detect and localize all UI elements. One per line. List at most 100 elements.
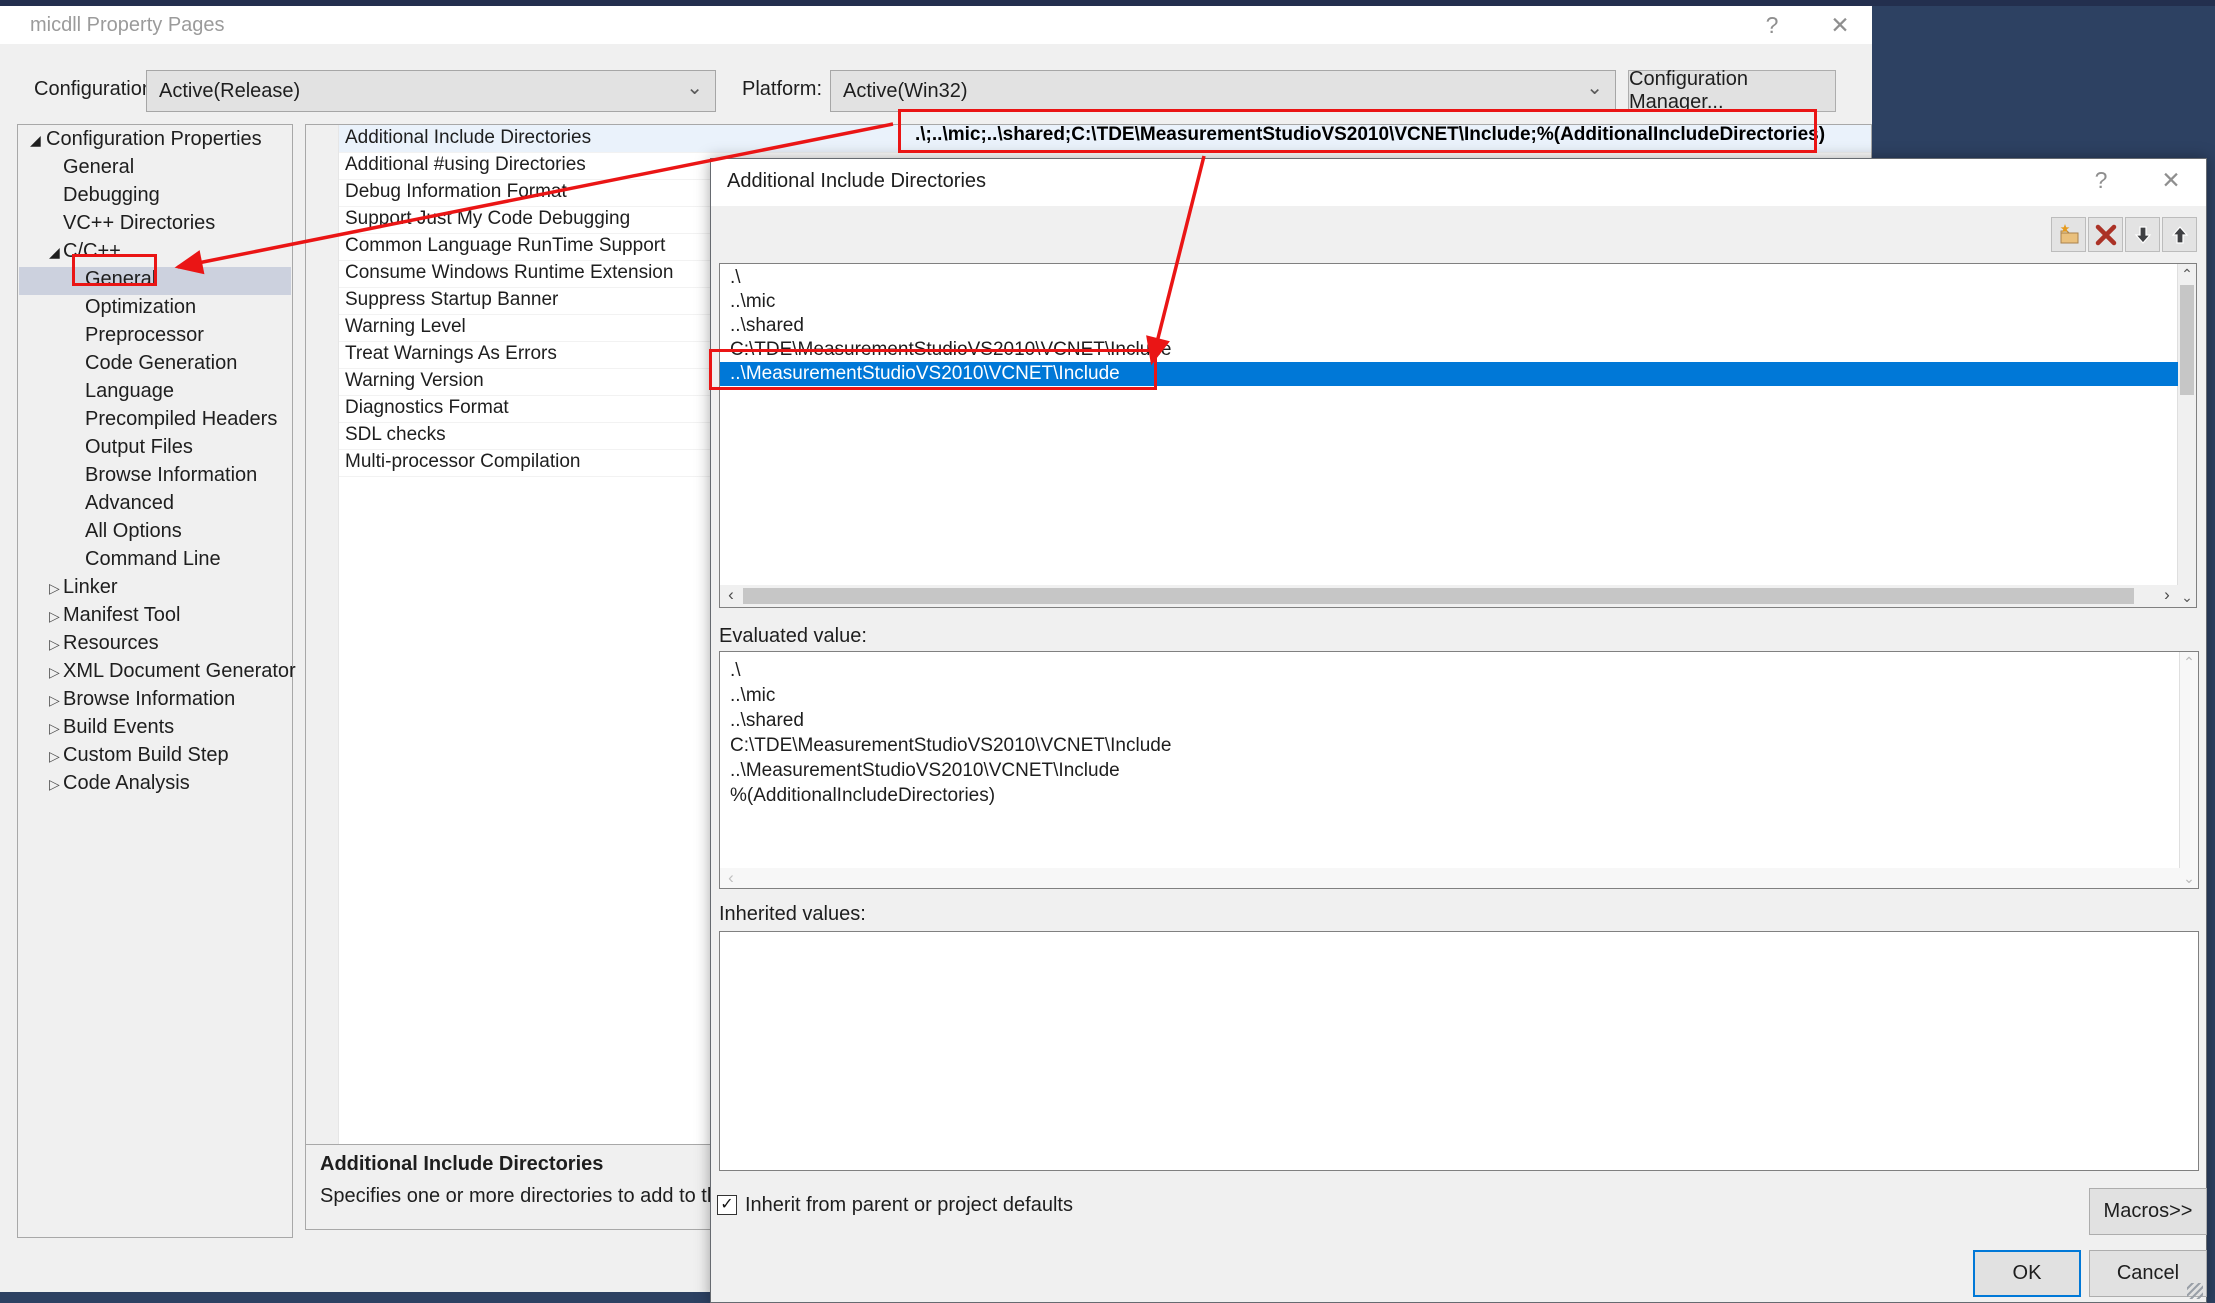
tree-item-output-files[interactable]: Output Files <box>19 435 291 463</box>
tree-item-command-line[interactable]: Command Line <box>19 547 291 575</box>
tree-item-code-analysis[interactable]: ▷Code Analysis <box>19 771 291 799</box>
directory-list-item[interactable]: .\ <box>720 266 2178 290</box>
resize-grip[interactable] <box>2187 1283 2203 1299</box>
tree-item-preprocessor[interactable]: Preprocessor <box>19 323 291 351</box>
tree-item-precompiled-headers[interactable]: Precompiled Headers <box>19 407 291 435</box>
scroll-right-icon[interactable]: › <box>2156 585 2178 607</box>
property-row-label: Additional #using Directories <box>345 154 586 176</box>
tree-collapsed-icon: ▷ <box>49 748 60 765</box>
tree-item-label: Linker <box>63 576 117 599</box>
tree-item-browse-information[interactable]: ▷Browse Information <box>19 687 291 715</box>
property-row-label: Debug Information Format <box>345 181 567 203</box>
tree-item-label: Output Files <box>85 436 193 459</box>
evaluated-line: C:\TDE\MeasurementStudioVS2010\VCNET\Inc… <box>730 735 1171 757</box>
tree-item-language[interactable]: Language <box>19 379 291 407</box>
tree-item-general[interactable]: General <box>19 267 291 295</box>
directory-list-item[interactable]: ..\shared <box>720 314 2178 338</box>
property-row-label: Warning Level <box>345 316 466 338</box>
evaluated-line: ..\MeasurementStudioVS2010\VCNET\Include <box>730 760 1120 782</box>
directories-listbox[interactable]: ⌃ ⌄ ‹ › .\..\mic..\sharedC:\TDE\Measurem… <box>719 263 2197 608</box>
tree-item-general[interactable]: General <box>19 155 291 183</box>
tree-item-manifest-tool[interactable]: ▷Manifest Tool <box>19 603 291 631</box>
configuration-tree: ◢ Configuration Properties General Debuggin… <box>17 124 293 1238</box>
inherit-checkbox-label: Inherit from parent or project defaults <box>745 1194 1073 1217</box>
scroll-left-icon[interactable]: ‹ <box>720 585 742 607</box>
scrollbar-thumb[interactable] <box>743 588 2134 604</box>
dialog-help-button[interactable]: ? <box>2081 167 2121 194</box>
tree-item-label: Resources <box>63 632 159 655</box>
tree-collapsed-icon: ▷ <box>49 664 60 681</box>
evaluated-value-box[interactable]: ⌃ ⌄ ‹ .\..\mic..\sharedC:\TDE\Measuremen… <box>719 651 2199 889</box>
tree-item-build-events[interactable]: ▷Build Events <box>19 715 291 743</box>
macros-button[interactable]: Macros>> <box>2089 1188 2207 1235</box>
tree-item-label: Browse Information <box>85 464 257 487</box>
tree-item-vc-directories[interactable]: VC++ Directories <box>19 211 291 239</box>
property-description-title: Additional Include Directories <box>320 1153 603 1176</box>
property-row-label: Common Language RunTime Support <box>345 235 665 257</box>
scroll-down-icon[interactable]: ⌄ <box>2180 868 2198 888</box>
tree-item-linker[interactable]: ▷Linker <box>19 575 291 603</box>
tree-item-c-c-[interactable]: ◢C/C++ <box>19 239 291 267</box>
tree-item-all-options[interactable]: All Options <box>19 519 291 547</box>
evaluated-horizontal-scrollbar[interactable]: ‹ <box>720 868 2180 888</box>
tree-collapsed-icon: ▷ <box>49 608 60 625</box>
tree-item-label: Manifest Tool <box>63 604 180 627</box>
ok-button[interactable]: OK <box>1973 1250 2081 1297</box>
tree-item-browse-information[interactable]: Browse Information <box>19 463 291 491</box>
tree-item-optimization[interactable]: Optimization <box>19 295 291 323</box>
list-horizontal-scrollbar[interactable]: ‹ › <box>720 585 2178 607</box>
tree-expanded-icon: ◢ <box>30 132 41 149</box>
tree-item-configuration-properties[interactable]: ◢ Configuration Properties <box>19 127 291 155</box>
evaluated-vertical-scrollbar[interactable]: ⌃ ⌄ <box>2179 652 2198 888</box>
tree-item-xml-document-generator[interactable]: ▷XML Document Generator <box>19 659 291 687</box>
new-line-button[interactable] <box>2051 217 2086 252</box>
tree-item-resources[interactable]: ▷Resources <box>19 631 291 659</box>
move-up-button[interactable] <box>2162 217 2197 252</box>
tree-item-label: Configuration Properties <box>46 128 262 151</box>
tree-item-advanced[interactable]: Advanced <box>19 491 291 519</box>
inherited-values-box[interactable] <box>719 931 2199 1171</box>
scroll-up-icon[interactable]: ⌃ <box>2180 652 2198 672</box>
delete-line-button[interactable] <box>2088 217 2123 252</box>
window-titlebar[interactable]: micdll Property Pages ? ✕ <box>0 6 1872 44</box>
configuration-manager-button[interactable]: Configuration Manager... <box>1628 70 1836 112</box>
platform-value: Active(Win32) <box>843 80 967 103</box>
tree-item-code-generation[interactable]: Code Generation <box>19 351 291 379</box>
scrollbar-thumb[interactable] <box>2180 285 2194 395</box>
tree-item-custom-build-step[interactable]: ▷Custom Build Step <box>19 743 291 771</box>
scroll-left-icon[interactable]: ‹ <box>720 868 742 890</box>
tree-item-label: Custom Build Step <box>63 744 229 767</box>
platform-label: Platform: <box>742 78 822 101</box>
window-help-button[interactable]: ? <box>1752 12 1792 39</box>
scroll-up-icon[interactable]: ⌃ <box>2178 264 2196 284</box>
list-vertical-scrollbar[interactable]: ⌃ ⌄ <box>2177 264 2196 607</box>
directory-list-item[interactable]: ..\MeasurementStudioVS2010\VCNET\Include <box>720 362 2178 386</box>
move-down-button[interactable] <box>2125 217 2160 252</box>
configuration-select[interactable]: Active(Release) ⌄ <box>146 70 716 112</box>
tree-item-label: General <box>63 156 134 179</box>
configuration-label: Configuration: <box>34 78 159 101</box>
tree-collapsed-icon: ▷ <box>49 636 60 653</box>
inherited-values-label: Inherited values: <box>719 903 866 926</box>
tree-item-label: Preprocessor <box>85 324 204 347</box>
window-title: micdll Property Pages <box>30 14 225 37</box>
tree-collapsed-icon: ▷ <box>49 580 60 597</box>
dialog-title: Additional Include Directories <box>727 170 986 193</box>
dialog-titlebar[interactable]: Additional Include Directories ? ✕ <box>711 159 2206 206</box>
tree-item-debugging[interactable]: Debugging <box>19 183 291 211</box>
tree-item-label: Optimization <box>85 296 196 319</box>
property-description-text: Specifies one or more directories to add… <box>320 1185 750 1208</box>
platform-select[interactable]: Active(Win32) ⌄ <box>830 70 1616 112</box>
tree-item-label: Build Events <box>63 716 174 739</box>
dialog-close-button[interactable]: ✕ <box>2151 167 2191 194</box>
evaluated-line: .\ <box>730 660 741 682</box>
directory-list-item[interactable]: ..\mic <box>720 290 2178 314</box>
evaluated-line: ..\shared <box>730 710 804 732</box>
inherit-checkbox[interactable]: ✓ <box>717 1195 737 1215</box>
tree-item-label: XML Document Generator <box>63 660 296 683</box>
additional-include-directories-value[interactable]: .\;..\mic;..\shared;C:\TDE\MeasurementSt… <box>915 124 1825 146</box>
scroll-down-icon[interactable]: ⌄ <box>2178 587 2196 607</box>
directory-list-item[interactable]: C:\TDE\MeasurementStudioVS2010\VCNET\Inc… <box>720 338 2178 362</box>
property-row-label: Suppress Startup Banner <box>345 289 558 311</box>
window-close-button[interactable]: ✕ <box>1820 12 1860 39</box>
